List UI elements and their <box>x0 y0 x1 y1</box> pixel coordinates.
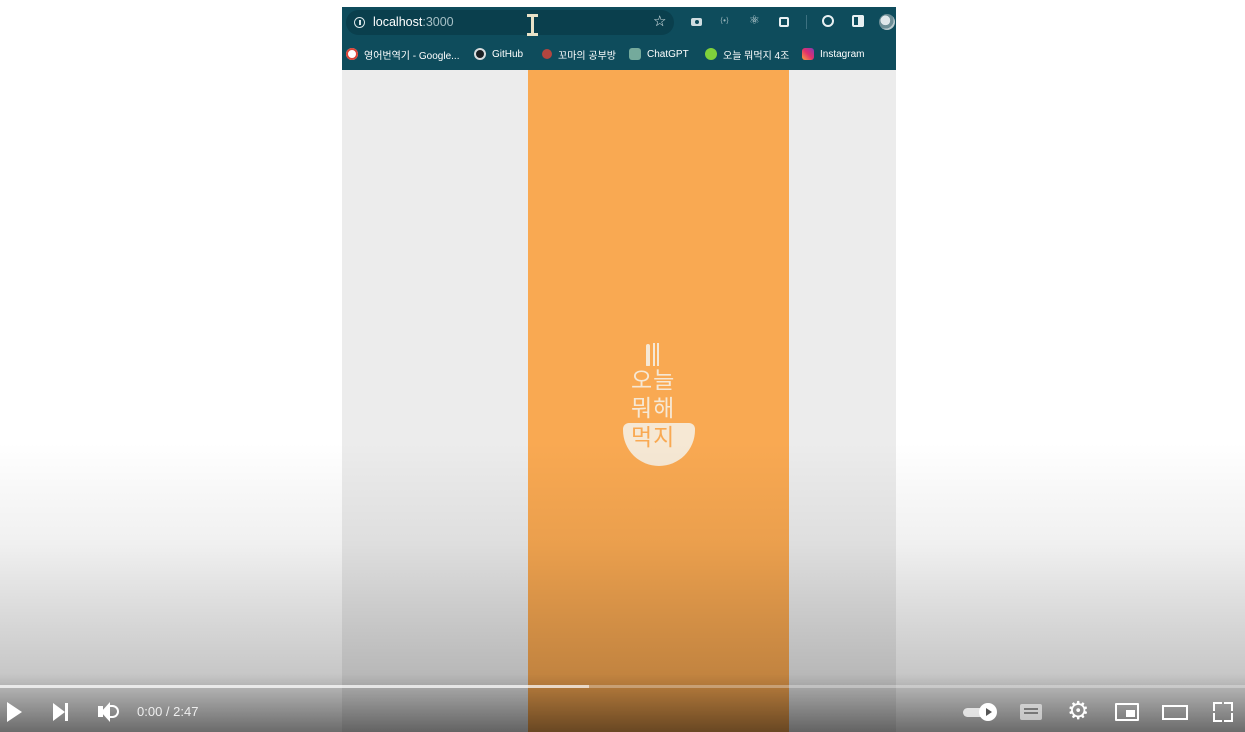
settings-button[interactable] <box>1067 696 1091 726</box>
url-text: localhost:3000 <box>373 15 454 29</box>
chopstick-icon <box>653 343 655 366</box>
progress-bar[interactable] <box>0 685 1245 688</box>
instagram-icon <box>802 48 814 60</box>
page-viewport: 오늘 뭐해 먹지 <box>342 70 896 732</box>
toolbar-divider <box>806 15 807 29</box>
fullscreen-corner <box>1213 713 1222 722</box>
video-player[interactable]: localhost:3000 ☆ ⟨•⟩ ⚛ 영어번역기 - Google...… <box>0 0 1245 732</box>
extensions-puzzle-icon <box>778 15 790 27</box>
bookmark-blog: 꼬마의 공부방 <box>542 47 616 62</box>
logo-text-line-1: 오늘 <box>631 367 676 393</box>
progress-buffered <box>0 685 589 688</box>
browser-toolbar: localhost:3000 ☆ ⟨•⟩ ⚛ <box>342 7 896 38</box>
player-controls: 0:00 / 2:47 <box>0 690 1245 732</box>
app-icon <box>705 48 717 60</box>
code-extension-icon: ⟨•⟩ <box>720 16 730 25</box>
fullscreen-corner <box>1213 702 1222 711</box>
miniplayer-button[interactable] <box>1115 700 1139 724</box>
react-devtools-icon: ⚛ <box>749 13 760 27</box>
bookmark-star-icon: ☆ <box>653 13 667 30</box>
address-bar: localhost:3000 ☆ <box>346 10 674 36</box>
fullscreen-corner <box>1224 713 1233 722</box>
logo-text-line-3: 먹지 <box>631 424 676 450</box>
site-info-icon <box>354 17 365 28</box>
side-panel-icon <box>852 15 864 27</box>
camera-extension-icon <box>691 16 703 28</box>
bookmark-github: GitHub <box>474 47 523 61</box>
volume-wave-icon <box>110 705 119 718</box>
mute-button[interactable] <box>96 700 120 724</box>
chatgpt-icon <box>629 48 641 60</box>
play-button[interactable] <box>4 700 28 724</box>
github-icon <box>474 48 486 60</box>
chopstick-icon <box>657 343 659 366</box>
google-icon <box>346 48 358 60</box>
fullscreen-button[interactable] <box>1211 700 1235 724</box>
bowl-icon: 먹지 <box>623 423 695 466</box>
bookmarks-bar: 영어번역기 - Google... GitHub 꼬마의 공부방 ChatGPT… <box>342 38 896 70</box>
time-display: 0:00 / 2:47 <box>137 704 199 719</box>
blog-icon <box>542 49 552 59</box>
app-logo: 오늘 뭐해 먹지 <box>623 342 695 466</box>
next-button[interactable] <box>50 700 74 724</box>
autoplay-play-icon <box>979 703 997 721</box>
text-cursor-icon <box>527 14 539 36</box>
spoon-icon <box>646 344 650 366</box>
bookmark-google-translate: 영어번역기 - Google... <box>346 47 459 62</box>
reload-extension-icon <box>822 15 834 27</box>
bookmark-app: 오늘 뭐먹지 4조 <box>705 47 789 62</box>
profile-avatar-icon <box>879 14 895 30</box>
autoplay-toggle[interactable] <box>963 703 997 721</box>
video-frame: localhost:3000 ☆ ⟨•⟩ ⚛ 영어번역기 - Google...… <box>342 7 896 732</box>
subtitles-button[interactable] <box>1019 700 1043 724</box>
fullscreen-corner <box>1224 702 1233 711</box>
theater-mode-button[interactable] <box>1161 700 1189 724</box>
bookmark-instagram: Instagram <box>802 47 864 61</box>
splash-screen: 오늘 뭐해 먹지 <box>528 70 789 732</box>
bookmark-chatgpt: ChatGPT <box>629 47 689 61</box>
logo-text-line-2: 뭐해 <box>631 395 676 421</box>
